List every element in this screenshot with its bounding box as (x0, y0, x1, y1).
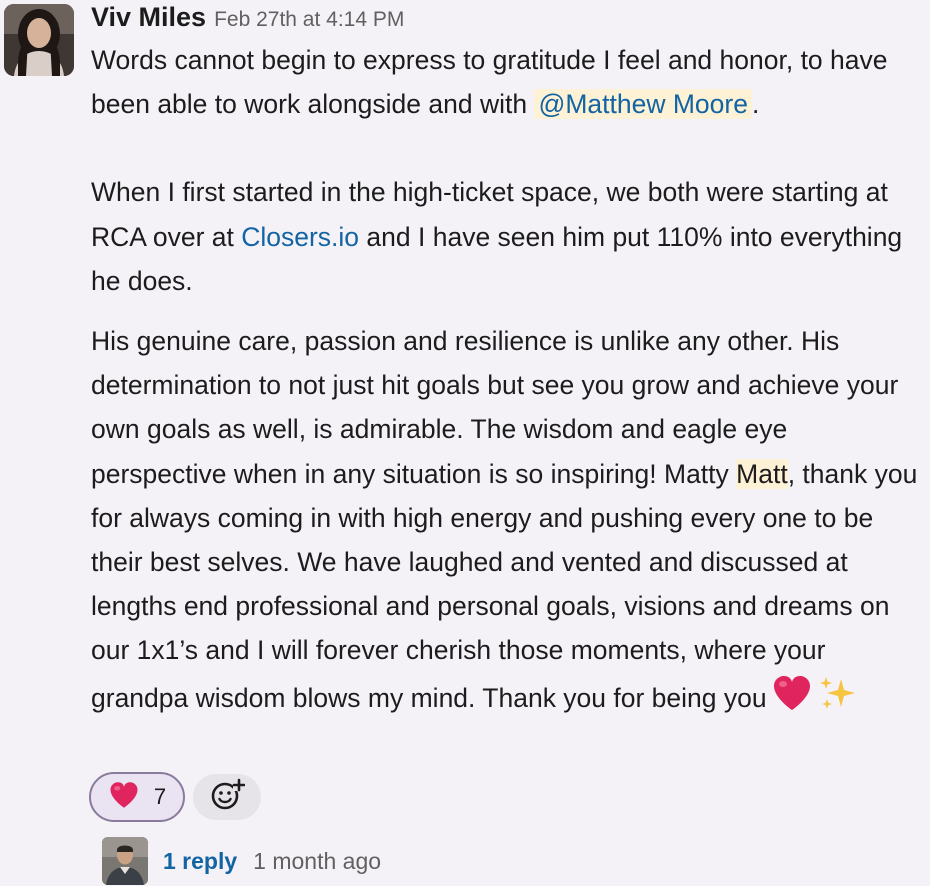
sender-avatar[interactable] (4, 4, 74, 76)
add-reaction-button[interactable] (193, 774, 261, 820)
user-mention[interactable]: @Matthew Moore (534, 89, 752, 120)
paragraph-1-text: Words cannot begin to express to gratitu… (91, 45, 888, 120)
message-paragraph-3: His genuine care, passion and resilience… (91, 319, 927, 726)
sparkles-emoji (817, 673, 861, 726)
reaction-count: 7 (153, 784, 167, 809)
paragraph-1-end: . (751, 89, 760, 120)
thread-summary: 1 reply 1 month ago (102, 837, 381, 885)
add-reaction-icon (209, 777, 246, 818)
heart-emoji (771, 673, 813, 726)
message-paragraph-2: When I first started in the high-ticket … (91, 170, 927, 303)
message-body: Words cannot begin to express to gratitu… (91, 38, 927, 726)
reactions-bar: 7 (89, 772, 261, 822)
last-reply-time: 1 month ago (253, 847, 382, 874)
message-header: Viv Miles Feb 27th at 4:14 PM (91, 2, 404, 40)
reply-count-link[interactable]: 1 reply (163, 848, 237, 875)
message-timestamp[interactable]: Feb 27th at 4:14 PM (214, 8, 404, 32)
sender-name[interactable]: Viv Miles (91, 2, 206, 33)
message-paragraph-1: Words cannot begin to express to gratitu… (91, 38, 927, 126)
heart-reaction[interactable]: 7 (89, 772, 185, 822)
closers-link[interactable]: Closers.io (241, 222, 359, 252)
reply-avatar[interactable] (102, 837, 148, 885)
highlighted-term: Matt (736, 458, 788, 489)
message: Viv Miles Feb 27th at 4:14 PM Words cann… (0, 0, 930, 886)
heart-icon (108, 780, 140, 815)
